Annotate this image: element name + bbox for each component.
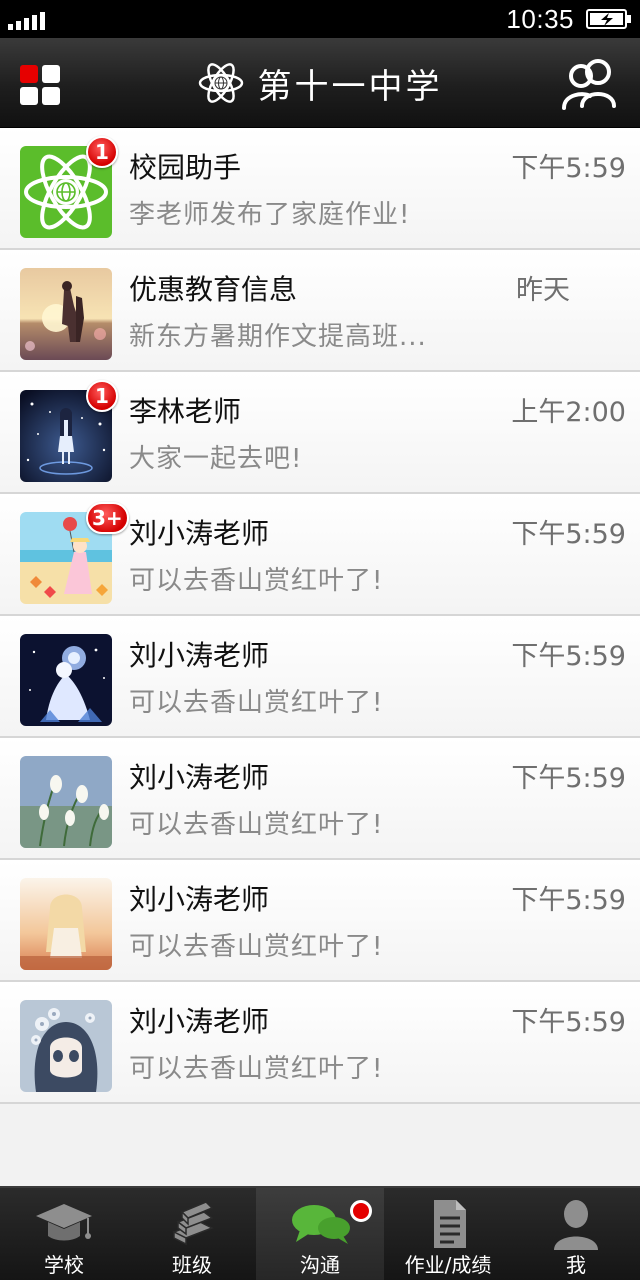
header-title-area: 第十一中学 (0, 38, 640, 128)
list-item[interactable]: 刘小涛老师 下午5:59 可以去香山赏红叶了! (0, 982, 640, 1104)
list-item[interactable]: 刘小涛老师 下午5:59 可以去香山赏红叶了! (0, 616, 640, 738)
contact-name: 刘小涛老师 (129, 1005, 270, 1038)
message-time: 下午5:59 (511, 519, 626, 550)
message-time: 上午2:00 (511, 397, 626, 428)
message-time: 下午5:59 (511, 763, 626, 794)
signal-strength-icon (8, 10, 48, 30)
flower-fairy-avatar (20, 634, 112, 726)
tab-school[interactable]: 学校 (0, 1188, 128, 1280)
notification-dot (350, 1200, 372, 1222)
app-header: 第十一中学 (0, 38, 640, 128)
contact-name: 李林老师 (129, 395, 242, 428)
document-icon (434, 1200, 466, 1248)
message-preview: 可以去香山赏红叶了! (129, 810, 384, 840)
status-bar: 10:35 (0, 0, 640, 38)
tab-label: 我 (566, 1253, 586, 1277)
battery-charging-icon (586, 9, 631, 29)
message-preview: 李老师发布了家庭作业! (129, 200, 411, 230)
message-preview: 大家一起去吧! (129, 444, 303, 474)
contacts-icon[interactable] (560, 56, 622, 110)
bottom-tab-bar: 学校 班级 沟通 作业/成绩 我 (0, 1186, 640, 1280)
contact-name: 优惠教育信息 (129, 273, 298, 306)
list-item[interactable]: 3+ 刘小涛老师 下午5:59 可以去香山赏红叶了! (0, 494, 640, 616)
status-time: 10:35 (506, 4, 574, 34)
list-item[interactable]: 刘小涛老师 下午5:59 可以去香山赏红叶了! (0, 738, 640, 860)
tab-me[interactable]: 我 (512, 1188, 640, 1280)
chat-bubbles-icon (292, 1205, 350, 1244)
blonde-girl-avatar (20, 878, 112, 970)
books-icon (172, 1201, 214, 1246)
message-preview: 新东方暑期作文提高班... (129, 322, 427, 352)
message-time: 下午5:59 (511, 641, 626, 672)
snowdrop-flowers-avatar (20, 756, 112, 848)
message-preview: 可以去香山赏红叶了! (129, 566, 384, 596)
list-item[interactable]: 刘小涛老师 下午5:59 可以去香山赏红叶了! (0, 860, 640, 982)
contact-name: 校园助手 (129, 151, 242, 184)
list-item[interactable]: 1 校园助手 下午5:59 李老师发布了家庭作业! (0, 128, 640, 250)
unread-badge: 1 (86, 136, 118, 168)
tab-communication[interactable]: 沟通 (256, 1188, 384, 1280)
message-time: 昨天 (516, 275, 570, 306)
contact-name: 刘小涛老师 (129, 761, 270, 794)
contact-name: 刘小涛老师 (129, 517, 270, 550)
tab-label: 班级 (172, 1253, 212, 1277)
message-list: 1 校园助手 下午5:59 李老师发布了家庭作业! 优惠教育信息 昨天 新东方暑… (0, 128, 640, 1104)
tab-homework-grades[interactable]: 作业/成绩 (384, 1188, 512, 1280)
tab-label: 学校 (44, 1253, 84, 1277)
unread-badge: 3+ (86, 502, 129, 534)
list-item[interactable]: 优惠教育信息 昨天 新东方暑期作文提高班... (0, 250, 640, 372)
message-preview: 可以去香山赏红叶了! (129, 932, 384, 962)
unread-badge: 1 (86, 380, 118, 412)
tab-label: 沟通 (300, 1253, 340, 1277)
message-time: 下午5:59 (511, 885, 626, 916)
school-logo-icon (198, 63, 243, 103)
message-time: 下午5:59 (511, 153, 626, 184)
couple-sunset-avatar (20, 268, 112, 360)
graduation-cap-icon (36, 1204, 92, 1241)
message-preview: 可以去香山赏红叶了! (129, 1054, 384, 1084)
tab-class[interactable]: 班级 (128, 1188, 256, 1280)
contact-name: 刘小涛老师 (129, 639, 270, 672)
tab-label: 作业/成绩 (404, 1253, 492, 1277)
message-time: 下午5:59 (511, 1007, 626, 1038)
anime-girl-flowers-avatar (20, 1000, 112, 1092)
contact-name: 刘小涛老师 (129, 883, 270, 916)
person-icon (554, 1200, 598, 1250)
message-preview: 可以去香山赏红叶了! (129, 688, 384, 718)
page-title: 第十一中学 (257, 66, 443, 107)
list-item[interactable]: 1 李林老师 上午2:00 大家一起去吧! (0, 372, 640, 494)
